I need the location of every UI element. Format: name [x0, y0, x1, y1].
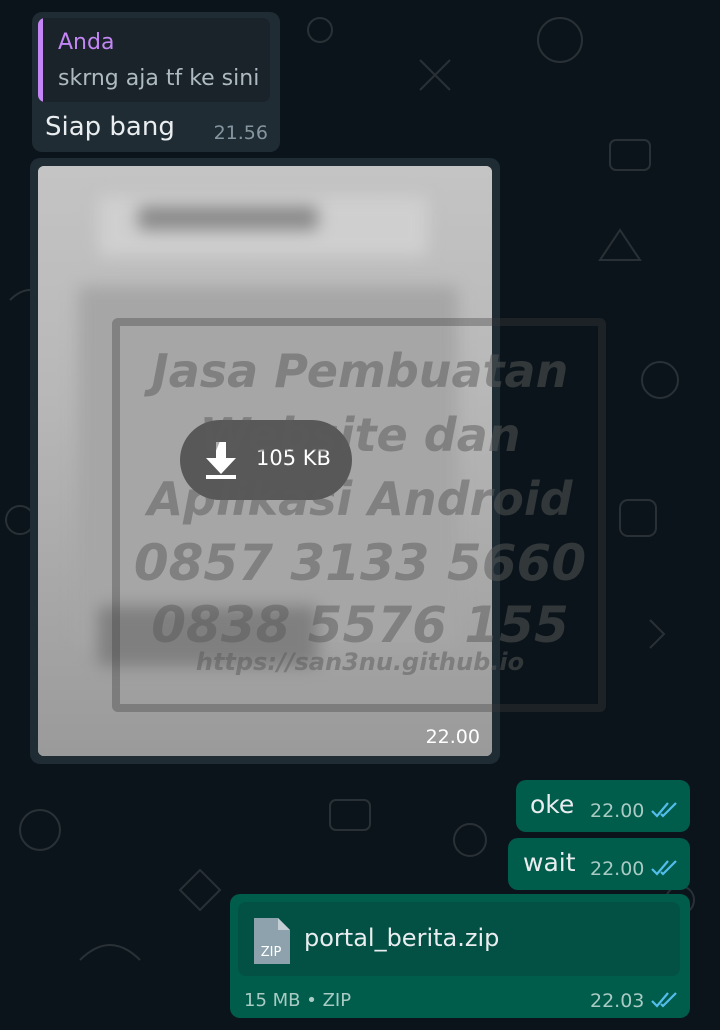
- watermark-line: Jasa Pembuatan: [151, 344, 569, 398]
- outgoing-message-bubble[interactable]: wait 22.00: [508, 838, 690, 890]
- message-time: 22.00: [425, 726, 480, 748]
- zip-icon-label: ZIP: [261, 945, 282, 960]
- watermark-line: 0857 3133 5660: [133, 534, 587, 592]
- read-ticks-icon: [651, 802, 677, 818]
- watermark-line: Aplikasi Android: [147, 472, 573, 526]
- file-attachment[interactable]: ZIP portal_berita.zip: [238, 902, 680, 976]
- message-text: oke: [530, 790, 575, 819]
- watermark-line: Website dan: [199, 408, 521, 462]
- message-text: Siap bang: [45, 112, 175, 142]
- quoted-message[interactable]: Anda skrng aja tf ke sini: [38, 18, 270, 102]
- quote-accent-bar: [38, 18, 43, 102]
- image-blur-detail: [138, 206, 318, 230]
- quote-author: Anda: [58, 30, 115, 55]
- read-ticks-icon: [651, 860, 677, 876]
- read-ticks-icon: [651, 992, 677, 1008]
- watermark-line: 0838 5576 155: [151, 596, 569, 654]
- file-meta: 15 MB • ZIP: [244, 990, 352, 1011]
- outgoing-file-bubble[interactable]: ZIP portal_berita.zip 15 MB • ZIP 22.03: [230, 894, 690, 1018]
- message-time: 22.03: [590, 990, 645, 1012]
- quote-text: skrng aja tf ke sini: [58, 66, 260, 91]
- message-time: 21.56: [213, 122, 268, 144]
- file-name: portal_berita.zip: [304, 924, 500, 952]
- message-time: 22.00: [590, 858, 645, 880]
- zip-file-icon: ZIP: [254, 918, 290, 964]
- outgoing-message-bubble[interactable]: oke 22.00: [516, 780, 690, 832]
- message-time: 22.00: [590, 800, 645, 822]
- message-text: wait: [523, 848, 576, 877]
- watermark-line: https://san3nu.github.io: [195, 648, 525, 676]
- incoming-reply-bubble[interactable]: Anda skrng aja tf ke sini Siap bang 21.5…: [32, 12, 280, 152]
